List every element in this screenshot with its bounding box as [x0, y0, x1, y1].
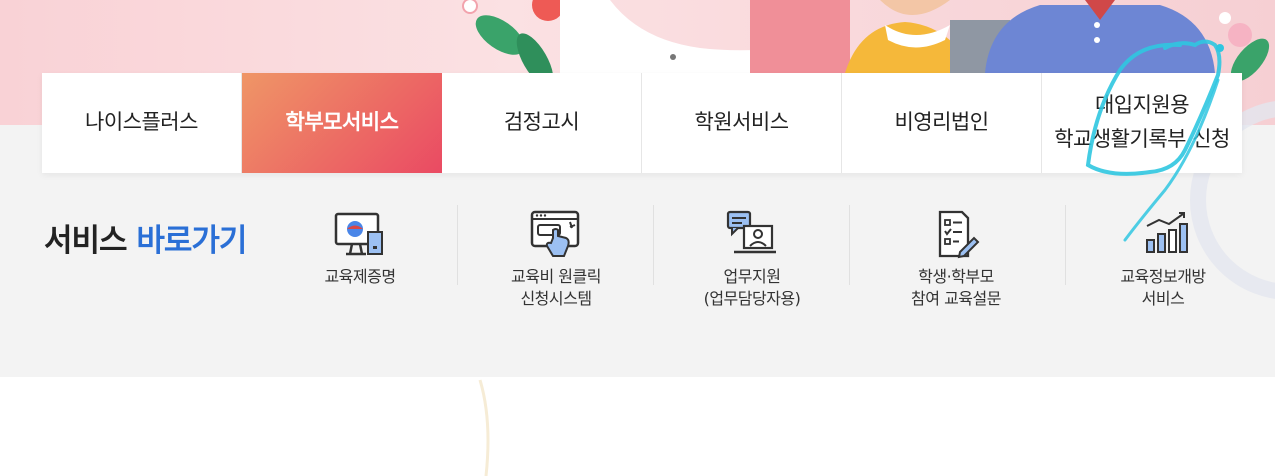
shortcut-work-support[interactable]: 업무지원 (업무담당자용)	[654, 200, 850, 320]
shortcut-one-click-fee[interactable]: 교육비 원클릭 신청시스템	[458, 200, 654, 320]
tab-nonprofit-corp[interactable]: 비영리법인	[842, 73, 1042, 173]
one-click-hand-icon	[530, 210, 580, 257]
tab-qualification-exam[interactable]: 검정고시	[442, 73, 642, 173]
staff-chat-icon	[726, 210, 776, 254]
shortcut-label: 교육정보개방 서비스	[1120, 267, 1206, 308]
shortcut-label: 교육비 원클릭 신청시스템	[511, 267, 601, 308]
shortcut-label: 교육제증명	[324, 267, 396, 286]
shortcut-edu-certificate[interactable]: 교육제증명	[262, 200, 458, 320]
tab-academy-service[interactable]: 학원서비스	[642, 73, 842, 173]
tab-parent-service[interactable]: 학부모서비스	[242, 73, 442, 173]
shortcut-label: 업무지원 (업무담당자용)	[703, 267, 801, 308]
shortcut-education-survey[interactable]: 학생·학부모 참여 교육설문	[858, 200, 1054, 320]
bar-chart-icon	[1146, 212, 1188, 253]
shortcut-edu-info-open[interactable]: 교육정보개방 서비스	[1065, 200, 1261, 320]
survey-checklist-icon	[938, 210, 980, 259]
certificate-monitor-icon	[334, 212, 383, 256]
shortcut-label: 학생·학부모 참여 교육설문	[911, 267, 1001, 308]
service-tab-bar: 나이스플러스 학부모서비스 검정고시 학원서비스 비영리법인 대입지원용 학교생…	[42, 73, 1242, 173]
shortcut-title-accent: 바로가기	[136, 223, 247, 259]
tab-admission-record-request[interactable]: 대입지원용 학교생활기록부 신청	[1042, 73, 1242, 173]
shortcut-title-main: 서비스	[44, 223, 128, 259]
shortcut-section-title: 서비스 바로가기	[44, 215, 247, 260]
tab-neis-plus[interactable]: 나이스플러스	[42, 73, 242, 173]
